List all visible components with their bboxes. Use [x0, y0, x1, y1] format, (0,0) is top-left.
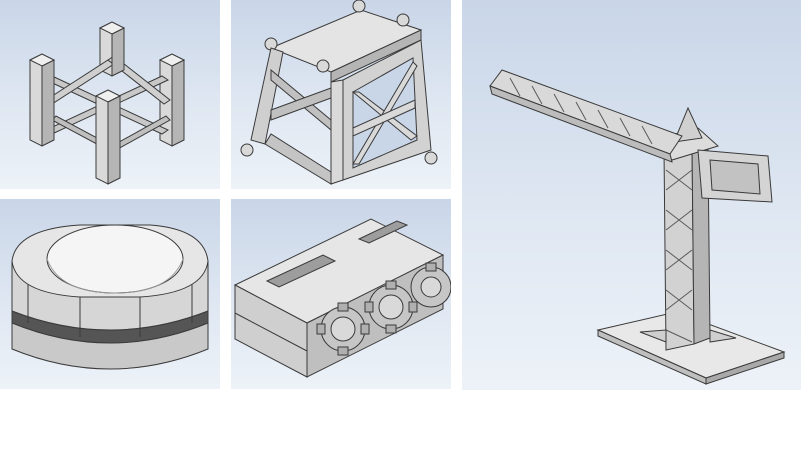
render-gallery [0, 0, 801, 449]
gear-block-model [233, 218, 451, 378]
viewport-panel-ring-housing [0, 199, 220, 389]
viewport-panel-tower-crane [462, 0, 801, 390]
tower-section-model [28, 21, 186, 185]
truss-frame-model [240, 0, 438, 185]
viewport-panel-tower-section [0, 0, 220, 189]
ring-housing-model [11, 224, 209, 370]
viewport-panel-gear-block [231, 199, 451, 389]
tower-crane-model [489, 69, 786, 385]
viewport-panel-truss-frame [231, 0, 451, 189]
